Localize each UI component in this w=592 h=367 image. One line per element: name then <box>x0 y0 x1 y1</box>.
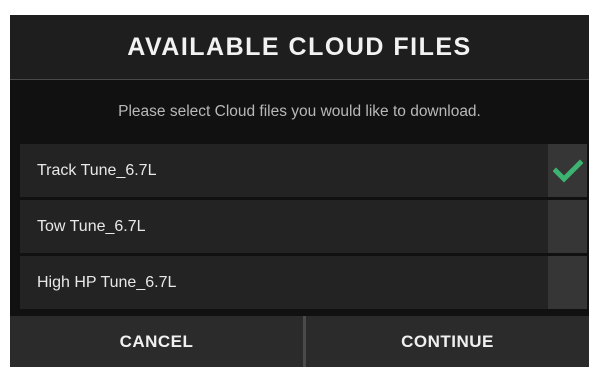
file-row-tow-tune[interactable]: Tow Tune_6.7L <box>20 200 587 253</box>
file-list: Track Tune_6.7L Tow Tune_6.7L High HP Tu… <box>20 144 587 312</box>
file-checkbox[interactable] <box>548 200 587 253</box>
dialog-title: AVAILABLE CLOUD FILES <box>127 32 472 61</box>
file-name: High HP Tune_6.7L <box>37 274 177 291</box>
cancel-button[interactable]: CANCEL <box>10 316 303 367</box>
dialog-footer: CANCEL CONTINUE <box>10 316 589 367</box>
file-row-high-hp-tune[interactable]: High HP Tune_6.7L <box>20 256 587 309</box>
file-name: Tow Tune_6.7L <box>37 218 146 235</box>
check-icon <box>552 158 583 183</box>
file-row-track-tune[interactable]: Track Tune_6.7L <box>20 144 587 197</box>
continue-button[interactable]: CONTINUE <box>306 316 589 367</box>
file-checkbox[interactable] <box>548 256 587 309</box>
dialog-header: AVAILABLE CLOUD FILES <box>10 15 589 80</box>
cloud-files-dialog: AVAILABLE CLOUD FILES Please select Clou… <box>10 15 589 367</box>
file-name: Track Tune_6.7L <box>37 162 157 179</box>
file-checkbox[interactable] <box>548 144 587 197</box>
dialog-instructions: Please select Cloud files you would like… <box>118 103 481 120</box>
